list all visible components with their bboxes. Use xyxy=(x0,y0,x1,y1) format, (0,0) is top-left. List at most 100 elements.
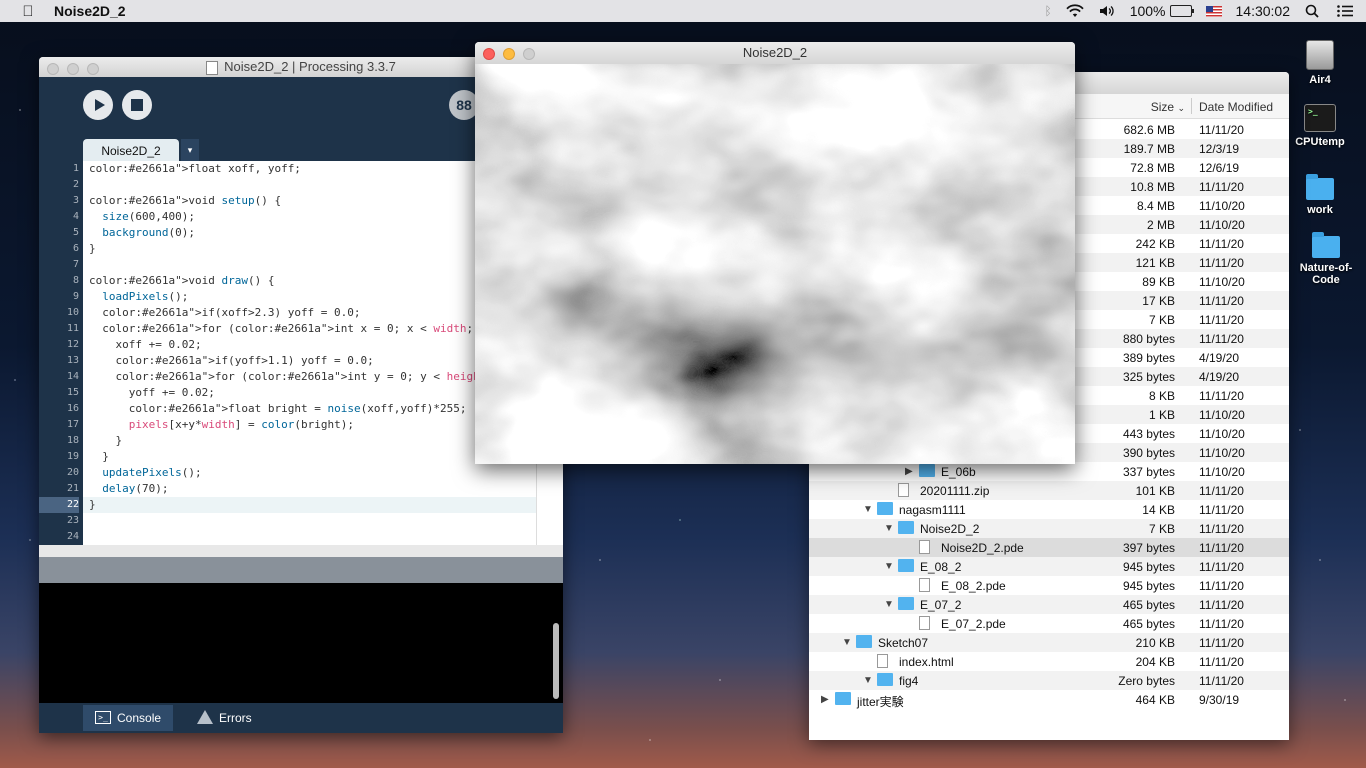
finder-row[interactable]: Noise2D_2.pde 397 bytes 11/11/20 xyxy=(809,538,1289,557)
finder-row-name: Noise2D_2.pde xyxy=(941,541,1024,555)
finder-row[interactable]: ▶ E_06b 337 bytes 11/10/20 xyxy=(809,462,1289,481)
document-proxy-icon[interactable] xyxy=(206,60,219,75)
notification-center-icon[interactable] xyxy=(1336,4,1354,18)
app-menu-name[interactable]: Noise2D_2 xyxy=(54,3,126,19)
wifi-icon[interactable] xyxy=(1066,4,1084,18)
code-line[interactable]: 10 color:#e2661a">if(xoff>2.3) yoff = 0.… xyxy=(67,305,537,321)
column-date-header[interactable]: Date Modified xyxy=(1199,100,1273,114)
finder-row-date: 11/10/20 xyxy=(1199,465,1245,479)
editor-horizontal-scrollbar[interactable] xyxy=(39,545,563,557)
tab-menu-chevron-down-icon[interactable]: ▾ xyxy=(181,139,199,161)
disclosure-expanded-icon[interactable]: ▼ xyxy=(884,599,894,610)
code-line[interactable]: 19 } xyxy=(67,449,537,465)
finder-row[interactable]: ▼ nagasm1111 14 KB 11/11/20 xyxy=(809,500,1289,519)
code-line[interactable]: 11 color:#e2661a">for (color:#e2661a">in… xyxy=(67,321,537,337)
finder-row[interactable]: E_08_2.pde 945 bytes 11/11/20 xyxy=(809,576,1289,595)
close-button[interactable] xyxy=(47,63,59,75)
desktop-item-label: CPUtemp xyxy=(1295,136,1345,148)
volume-icon[interactable] xyxy=(1098,4,1116,18)
editor-console-divider[interactable] xyxy=(39,557,563,583)
zoom-button[interactable] xyxy=(523,48,535,60)
finder-row[interactable]: ▼ fig4 Zero bytes 11/11/20 xyxy=(809,671,1289,690)
code-line[interactable]: 22} xyxy=(39,497,537,513)
finder-row-name: E_08_2 xyxy=(920,560,962,574)
code-line-text: background(0); xyxy=(102,226,195,239)
disclosure-expanded-icon[interactable]: ▼ xyxy=(863,675,873,686)
perlin-noise-image xyxy=(475,64,1075,464)
code-line[interactable]: 20 updatePixels(); xyxy=(67,465,537,481)
disclosure-collapsed-icon[interactable]: ▶ xyxy=(821,694,831,705)
finder-row-date: 11/11/20 xyxy=(1199,484,1244,498)
code-line[interactable]: 1 color:#e2661a">float xoff, yoff; xyxy=(73,161,537,177)
code-line[interactable]: 13 color:#e2661a">if(yoff>1.1) yoff = 0.… xyxy=(67,353,537,369)
noise-canvas[interactable] xyxy=(475,64,1075,464)
console-output[interactable] xyxy=(39,583,563,703)
close-button[interactable] xyxy=(483,48,495,60)
finder-row[interactable]: ▼ E_08_2 945 bytes 11/11/20 xyxy=(809,557,1289,576)
code-line[interactable]: 8 color:#e2661a">void draw() { xyxy=(73,273,537,289)
code-line[interactable]: 4 size(600,400); xyxy=(73,209,537,225)
disclosure-expanded-icon[interactable]: ▼ xyxy=(884,523,894,534)
disclosure-expanded-icon[interactable]: ▼ xyxy=(863,504,873,515)
apple-menu-icon[interactable]:  xyxy=(20,3,36,20)
finder-row[interactable]: ▼ Sketch07 210 KB 11/11/20 xyxy=(809,633,1289,652)
finder-row-size: 17 KB xyxy=(1142,294,1175,308)
run-button[interactable] xyxy=(83,90,113,120)
code-line-text: color:#e2661a">void draw() { xyxy=(89,274,275,287)
finder-row-name: Sketch07 xyxy=(878,636,929,650)
code-line[interactable]: 12 xoff += 0.02; xyxy=(67,337,537,353)
code-line[interactable]: 2 xyxy=(73,177,537,193)
code-line[interactable]: 18 } xyxy=(67,433,537,449)
menu-clock[interactable]: 14:30:02 xyxy=(1236,3,1291,19)
finder-row[interactable]: E_07_2.pde 465 bytes 11/11/20 xyxy=(809,614,1289,633)
sketch-titlebar[interactable]: Noise2D_2 xyxy=(475,42,1075,64)
column-size-header[interactable]: Size ⌄ xyxy=(1151,100,1185,114)
console-scrollbar[interactable] xyxy=(553,623,559,699)
finder-row[interactable]: ▼ E_07_2 465 bytes 11/11/20 xyxy=(809,595,1289,614)
line-number: 13 xyxy=(66,355,79,366)
finder-row-name: E_07_2 xyxy=(920,598,962,612)
column-separator[interactable] xyxy=(1191,98,1192,114)
tab-errors[interactable]: Errors xyxy=(185,705,264,731)
code-line[interactable]: 17 pixels[x+y*width] = color(bright); xyxy=(67,417,537,433)
finder-row[interactable]: ▼ Noise2D_2 7 KB 11/11/20 xyxy=(809,519,1289,538)
finder-row[interactable]: 20201111.zip 101 KB 11/11/20 xyxy=(809,481,1289,500)
desktop-item-nature-of-code[interactable]: Nature-of-Code xyxy=(1291,232,1361,286)
stop-button[interactable] xyxy=(122,90,152,120)
finder-row[interactable]: index.html 204 KB 11/11/20 xyxy=(809,652,1289,671)
code-line[interactable]: 7 xyxy=(73,257,537,273)
finder-row[interactable]: ▶ jitter実験 464 KB 9/30/19 xyxy=(809,690,1289,709)
spotlight-search-icon[interactable] xyxy=(1304,4,1322,18)
battery-status[interactable]: 100% xyxy=(1130,3,1194,19)
zoom-button[interactable] xyxy=(87,63,99,75)
code-line[interactable]: 23 xyxy=(67,513,537,529)
minimize-button[interactable] xyxy=(503,48,515,60)
code-text-area[interactable]: 1 color:#e2661a">float xoff, yoff; 2 3 color… xyxy=(39,161,539,545)
code-line[interactable]: 15 yoff += 0.02; xyxy=(67,385,537,401)
desktop-item-cputemp[interactable]: CPUtemp xyxy=(1285,104,1355,148)
bluetooth-icon[interactable]: ᛒ xyxy=(1044,4,1051,18)
code-line[interactable]: 6} xyxy=(73,241,537,257)
code-line-text: } xyxy=(89,498,96,511)
tab-console[interactable]: >_ Console xyxy=(83,705,174,731)
code-line[interactable]: 21 delay(70); xyxy=(67,481,537,497)
code-line[interactable]: 24 xyxy=(67,529,537,545)
code-line[interactable]: 9 loadPixels(); xyxy=(73,289,537,305)
desktop-item-air4[interactable]: Air4 xyxy=(1285,40,1355,86)
disclosure-expanded-icon[interactable]: ▼ xyxy=(842,637,852,648)
code-line[interactable]: 16 color:#e2661a">float bright = noise(x… xyxy=(67,401,537,417)
finder-row-date: 11/11/20 xyxy=(1199,123,1244,137)
disclosure-expanded-icon[interactable]: ▼ xyxy=(884,561,894,572)
line-number: 23 xyxy=(66,515,79,526)
minimize-button[interactable] xyxy=(67,63,79,75)
code-line[interactable]: 14 color:#e2661a">for (color:#e2661a">in… xyxy=(67,369,539,385)
tab-noise2d-2[interactable]: Noise2D_2 xyxy=(83,139,179,161)
input-source-flag-icon[interactable] xyxy=(1205,5,1222,17)
disclosure-collapsed-icon[interactable]: ▶ xyxy=(905,466,915,477)
code-line[interactable]: 5 background(0); xyxy=(73,225,537,241)
sketch-title: Noise2D_2 xyxy=(742,45,808,60)
sort-chevron-down-icon: ⌄ xyxy=(1177,103,1185,113)
code-line[interactable]: 3 color:#e2661a">void setup() { xyxy=(73,193,537,209)
desktop-item-work[interactable]: work xyxy=(1285,174,1355,216)
line-number: 3 xyxy=(72,195,79,206)
